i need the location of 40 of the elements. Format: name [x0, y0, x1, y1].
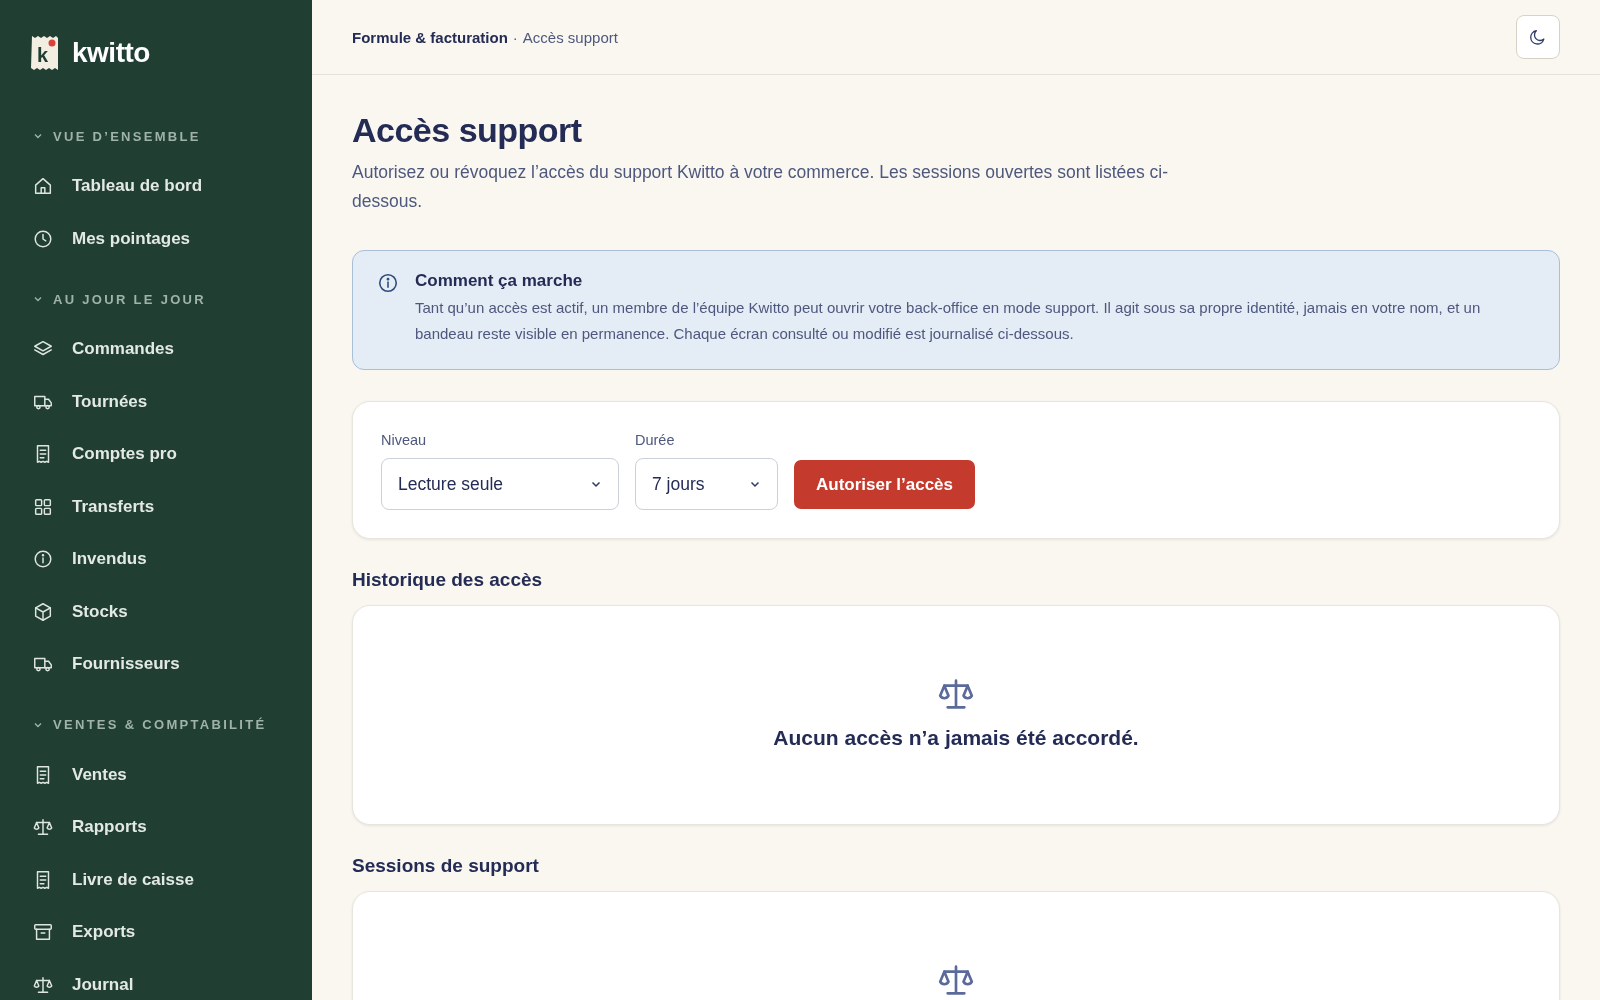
theme-toggle-button[interactable] — [1516, 15, 1560, 59]
box-icon — [32, 600, 54, 623]
sidebar-item[interactable]: Tournées — [30, 375, 312, 428]
section-title: Historique des accès — [352, 569, 544, 591]
sidebar-item[interactable]: Comptes pro — [30, 428, 312, 481]
sidebar-item[interactable]: Livre de caisse — [30, 853, 312, 906]
sidebar-item[interactable]: Transferts — [30, 480, 312, 533]
section-header[interactable]: VENTES & COMPTABILITÉ — [30, 710, 312, 739]
sidebar-item[interactable]: Fournisseurs — [30, 638, 312, 691]
breadcrumb-link[interactable]: Formule & facturation — [352, 28, 508, 46]
page-description: Autorisez ou révoquez l’accès du support Kwitto à votre commerce. Les sessions ouvertes sont listées ci-dessous. — [352, 161, 1170, 213]
select-field[interactable]: 7 jours — [635, 458, 778, 510]
select-field[interactable]: Lecture seule — [381, 458, 619, 510]
info-title: Comment ça marche — [415, 271, 584, 291]
sidebar-item[interactable]: Mes pointages — [30, 212, 312, 265]
info-text: Tant qu’un accès est actif, un membre de l’équipe Kwitto peut ouvrir votre back-office en mode support. Il agit sous sa propre identité, jamais en votre nom, et un bandeau reste visible en permanence. Chaque écran consulté ou modifié est journalisé ci-dessous. — [415, 298, 1482, 344]
section-header[interactable]: VUE D’ENSEMBLE — [30, 122, 312, 150]
breadcrumb-current: Accès support — [522, 28, 618, 46]
sidebar-item[interactable]: Exports — [30, 906, 312, 959]
section-title: Sessions de support — [352, 855, 540, 877]
sidebar-item[interactable]: Commandes — [30, 323, 312, 376]
sidebar-item[interactable]: Stocks — [30, 585, 312, 638]
sidebar-item[interactable]: Invendus — [30, 533, 312, 586]
brand-name[interactable]: kwitto — [72, 37, 150, 69]
sidebar-item[interactable]: Rapports — [30, 801, 312, 854]
chevron-down-icon — [33, 131, 43, 141]
info-icon — [377, 272, 399, 294]
sidebar-item[interactable]: Ventes — [30, 748, 312, 801]
chevron-down-icon — [33, 294, 43, 304]
logo-letter: k — [37, 45, 49, 65]
sidebar-item[interactable]: Tableau de bord — [30, 160, 312, 213]
sidebar-item[interactable]: Journal — [30, 958, 312, 1000]
field-label: Durée — [635, 432, 676, 448]
page-title: Accès support — [352, 111, 583, 150]
empty-message: Aucun accès n’a jamais été accordé. — [773, 726, 1139, 750]
section-header[interactable]: AU JOUR LE JOUR — [30, 285, 312, 313]
authorize-button[interactable]: Autoriser l’accès — [794, 460, 975, 509]
receipt-logo-icon — [30, 34, 60, 72]
breadcrumb-separator: · — [512, 28, 518, 46]
field-label: Niveau — [381, 432, 428, 448]
